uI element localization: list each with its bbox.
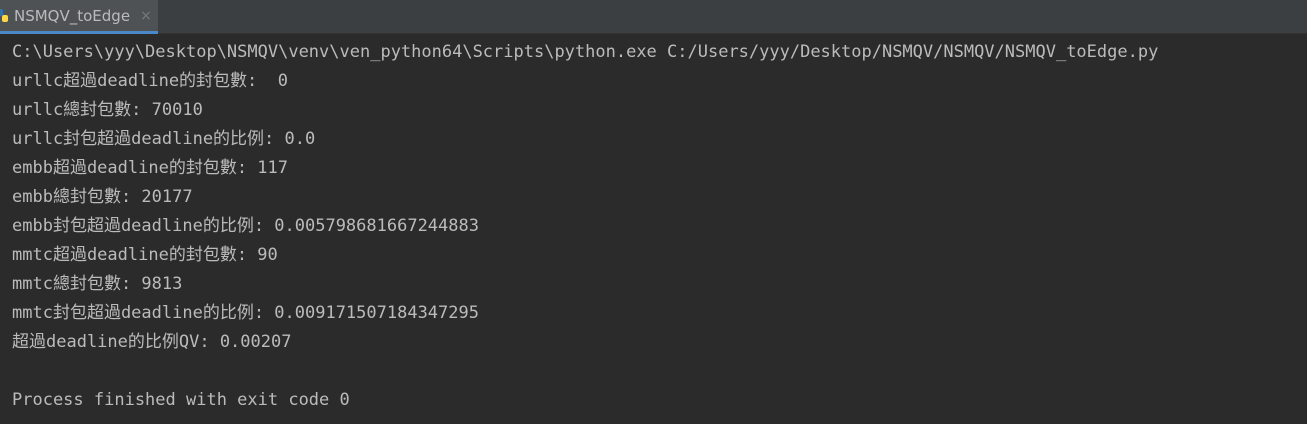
console-output[interactable]: C:\Users\yyy\Desktop\NSMQV\venv\ven_pyth… bbox=[0, 34, 1307, 424]
console-output-line: mmtc總封包數: 9813 bbox=[12, 274, 183, 294]
run-tab[interactable]: NSMQV_toEdge × bbox=[0, 0, 158, 34]
console-output-line: mmtc超過deadline的封包數: 90 bbox=[12, 245, 278, 265]
exit-status-line: Process finished with exit code 0 bbox=[12, 390, 350, 410]
console-output-line: urllc超過deadline的封包數: 0 bbox=[12, 71, 288, 91]
console-output-line: urllc總封包數: 70010 bbox=[12, 100, 203, 120]
console-output-line: 超過deadline的比例QV: 0.00207 bbox=[12, 332, 292, 352]
tab-title: NSMQV_toEdge bbox=[14, 6, 131, 25]
python-file-icon bbox=[0, 8, 10, 24]
console-output-line: embb封包超過deadline的比例: 0.00579868166724488… bbox=[12, 216, 479, 236]
console-output-line: mmtc封包超過deadline的比例: 0.00917150718434729… bbox=[12, 303, 479, 323]
console-output-line: urllc封包超過deadline的比例: 0.0 bbox=[12, 129, 316, 149]
run-console-window: NSMQV_toEdge × C:\Users\yyy\Desktop\NSMQ… bbox=[0, 0, 1307, 424]
close-tab-icon[interactable]: × bbox=[140, 8, 152, 24]
console-output-line: embb超過deadline的封包數: 117 bbox=[12, 158, 288, 178]
run-tab-bar: NSMQV_toEdge × bbox=[0, 0, 1307, 34]
console-output-line: embb總封包數: 20177 bbox=[12, 187, 193, 207]
console-command-line: C:\Users\yyy\Desktop\NSMQV\venv\ven_pyth… bbox=[12, 42, 1159, 62]
